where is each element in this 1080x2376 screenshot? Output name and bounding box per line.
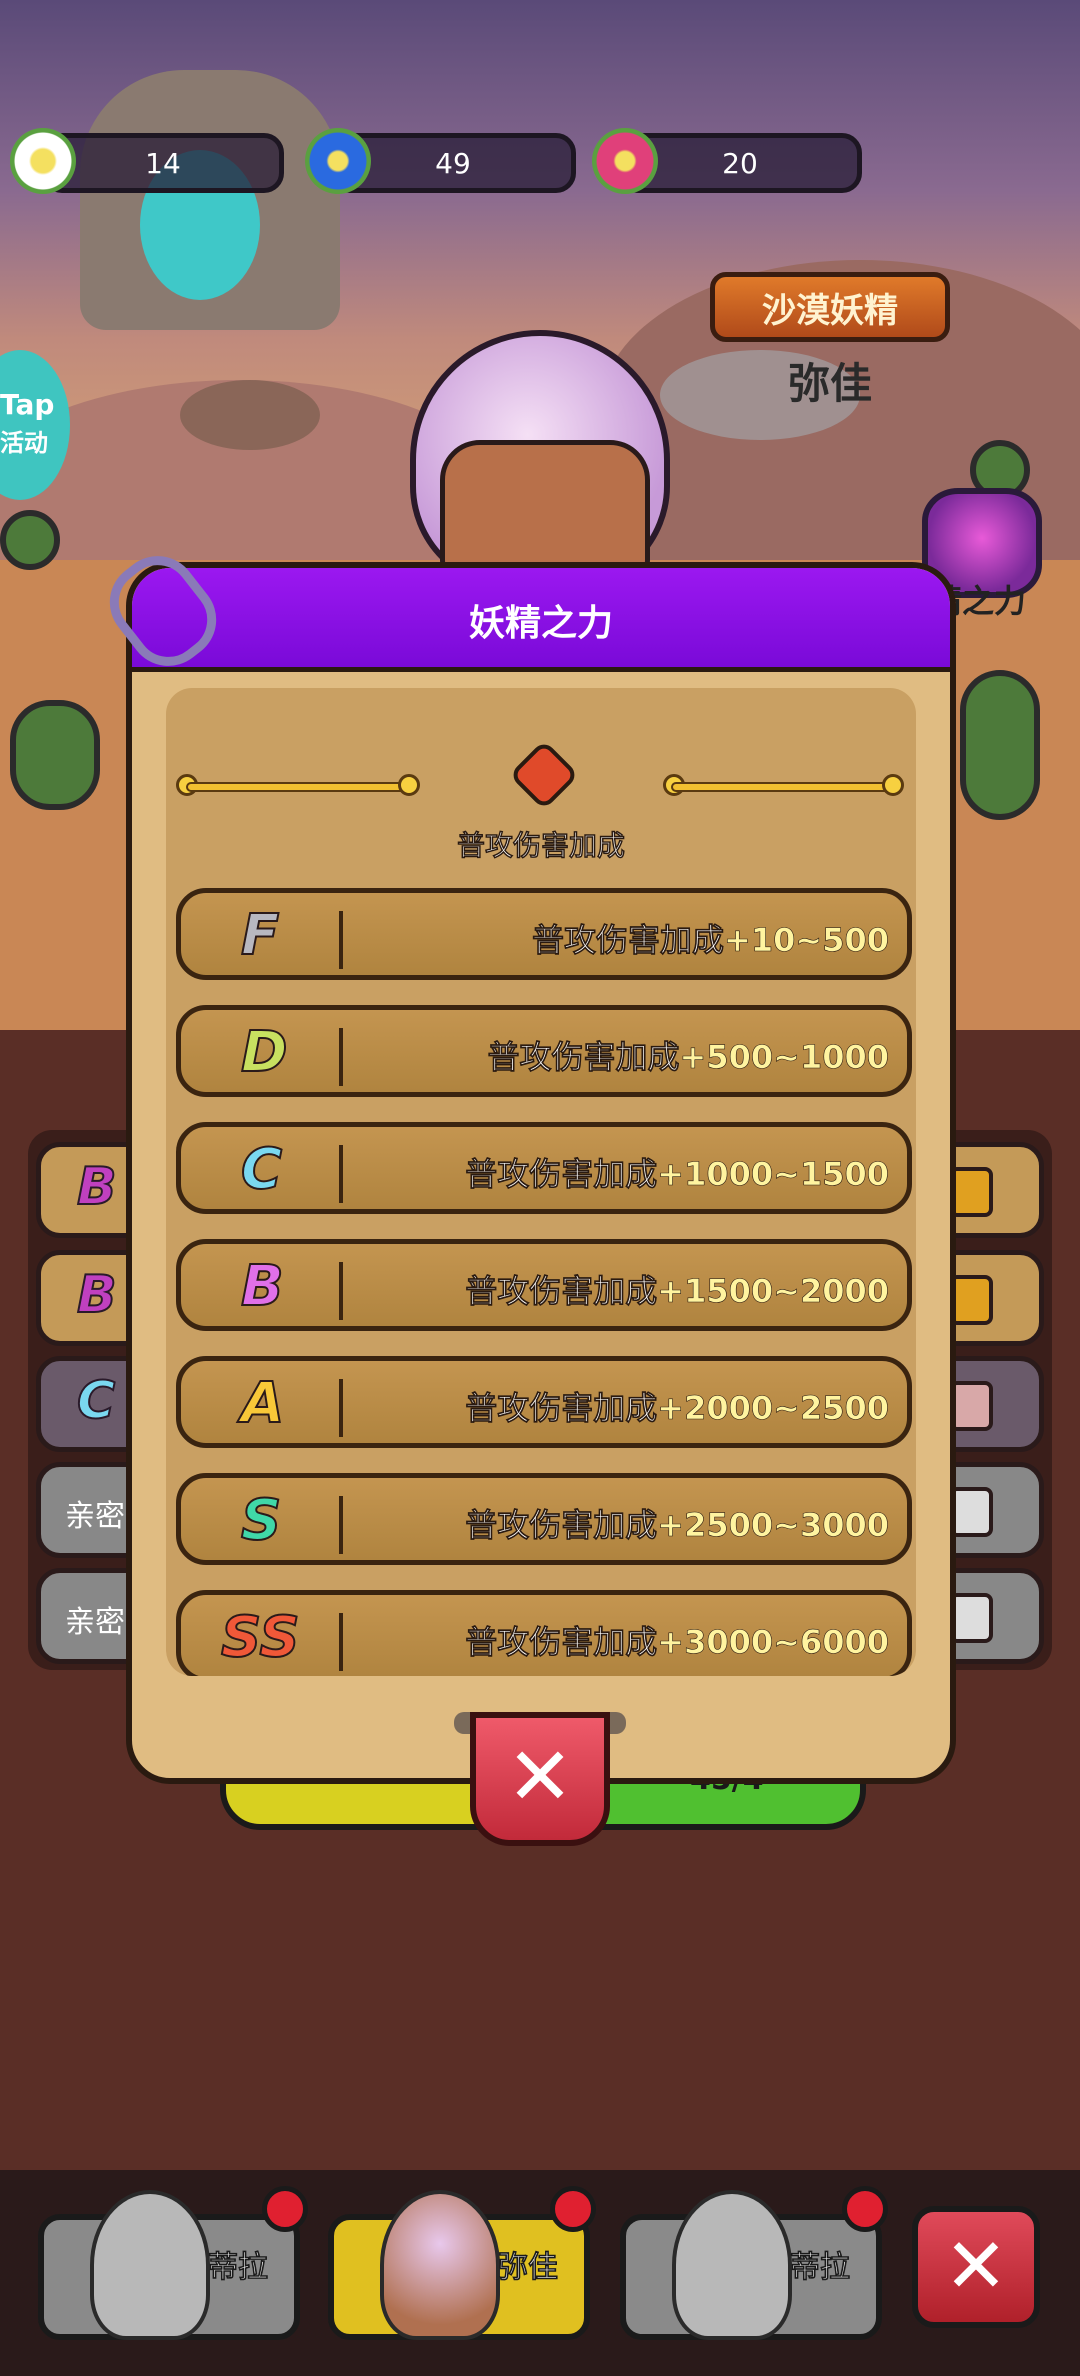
close-button[interactable]: ✕ (912, 2206, 1040, 2328)
resource-value: 14 (145, 146, 181, 180)
tier-separator (339, 1613, 343, 1671)
tier-label: 普攻伤害加成 (465, 1623, 658, 1662)
tier-value: +500~1000 (679, 1038, 889, 1077)
dialog-body[interactable]: 普攻伤害加成 F 普攻伤害加成+10~500 D 普攻伤害加成+500~1000… (166, 688, 916, 1676)
dialog-close-button[interactable]: ✕ (470, 1712, 610, 1846)
tier-grade: F (240, 902, 280, 969)
cactus-icon (0, 510, 60, 570)
tier-grade: C (240, 1136, 283, 1203)
character-tab-name: 弥佳 (498, 2250, 559, 2286)
notification-dot (842, 2186, 888, 2232)
fairy-power-dialog: 妖精之力 普攻伤害加成 F 普攻伤害加成+10~500 D 普攻伤害加成+500… (126, 562, 956, 1784)
tier-row-a: A 普攻伤害加成+2000~2500 (176, 1356, 912, 1448)
tier-description: 普攻伤害加成+2000~2500 (465, 1383, 889, 1429)
cactus-icon (10, 700, 100, 810)
tier-separator (339, 911, 343, 969)
tier-row-ss: SS 普攻伤害加成+3000~6000 (176, 1590, 912, 1676)
character-portrait (90, 2190, 210, 2340)
tier-label: 普攻伤害加成 (465, 1506, 658, 1545)
row-grade: C (76, 1370, 116, 1432)
tier-row-c: C 普攻伤害加成+1000~1500 (176, 1122, 912, 1214)
tier-label: 普攻伤害加成 (532, 921, 725, 960)
white-flower-icon (10, 128, 76, 194)
resource-counter-white: 14 (42, 133, 284, 193)
tier-value: +2000~2500 (657, 1389, 889, 1428)
resource-value: 49 (435, 146, 471, 180)
tier-label: 普攻伤害加成 (487, 1038, 680, 1077)
divider-dot (882, 774, 904, 796)
character-title-plate: 沙漠妖精 (710, 272, 950, 342)
tier-separator (339, 1496, 343, 1554)
notification-dot (550, 2186, 596, 2232)
tier-grade: SS (220, 1604, 301, 1671)
character-name: 弥佳 (787, 359, 872, 408)
tier-row-f: F 普攻伤害加成+10~500 (176, 888, 912, 980)
character-tab-name: 蒂拉 (208, 2250, 269, 2286)
notification-dot (262, 2186, 308, 2232)
tier-label: 普攻伤害加成 (465, 1155, 658, 1194)
dialog-header: 妖精之力 (132, 568, 950, 672)
cactus-icon (960, 670, 1040, 820)
row-text: 亲密 (65, 1499, 125, 1534)
tier-separator (339, 1028, 343, 1086)
tier-row-d: D 普攻伤害加成+500~1000 (176, 1005, 912, 1097)
tier-value: +1500~2000 (657, 1272, 889, 1311)
divider-dot (398, 774, 420, 796)
character-portrait (672, 2190, 792, 2340)
tier-label: 普攻伤害加成 (465, 1389, 658, 1428)
tier-description: 普攻伤害加成+10~500 (532, 915, 890, 961)
tier-separator (339, 1145, 343, 1203)
tier-description: 普攻伤害加成+1500~2000 (465, 1266, 889, 1312)
character-tab-2[interactable]: 弥佳 (328, 2190, 590, 2340)
rock (180, 380, 320, 450)
tier-description: 普攻伤害加成+3000~6000 (465, 1617, 889, 1663)
tier-value: +1000~1500 (657, 1155, 889, 1194)
divider-line (671, 782, 891, 792)
tier-value: +2500~3000 (657, 1506, 889, 1545)
character-tab-1[interactable]: 蒂拉 (38, 2190, 300, 2340)
tier-description: 普攻伤害加成+2500~3000 (465, 1500, 889, 1546)
tier-grade: D (240, 1019, 288, 1086)
row-grade: B (76, 1156, 118, 1218)
tier-grade: S (240, 1487, 282, 1554)
tap-label: Tap (0, 388, 55, 421)
tier-description: 普攻伤害加成+500~1000 (487, 1032, 889, 1078)
resource-value: 20 (722, 146, 758, 180)
tier-description: 普攻伤害加成+1000~1500 (465, 1149, 889, 1195)
tier-value: +10~500 (724, 921, 890, 960)
character-title: 沙漠妖精 (762, 290, 898, 331)
dialog-title: 妖精之力 (468, 603, 613, 644)
tier-grade: B (240, 1253, 285, 1320)
character-tab-3[interactable]: 蒂拉 (620, 2190, 882, 2340)
character-tab-name: 蒂拉 (790, 2250, 851, 2286)
tier-separator (339, 1379, 343, 1437)
attack-bonus-icon (508, 739, 580, 811)
tier-grade: A (240, 1370, 285, 1437)
tier-row-b: B 普攻伤害加成+1500~2000 (176, 1239, 912, 1331)
section-title: 普攻伤害加成 (456, 829, 626, 863)
tier-separator (339, 1262, 343, 1320)
divider-line (186, 782, 406, 792)
row-grade: B (76, 1264, 118, 1326)
pink-flower-icon (592, 128, 658, 194)
character-portrait (380, 2190, 500, 2340)
blue-flower-icon (305, 128, 371, 194)
event-label: 活动 (0, 429, 48, 457)
tier-row-s: S 普攻伤害加成+2500~3000 (176, 1473, 912, 1565)
tier-value: +3000~6000 (657, 1623, 889, 1662)
tier-label: 普攻伤害加成 (465, 1272, 658, 1311)
row-text: 亲密 (65, 1605, 125, 1640)
